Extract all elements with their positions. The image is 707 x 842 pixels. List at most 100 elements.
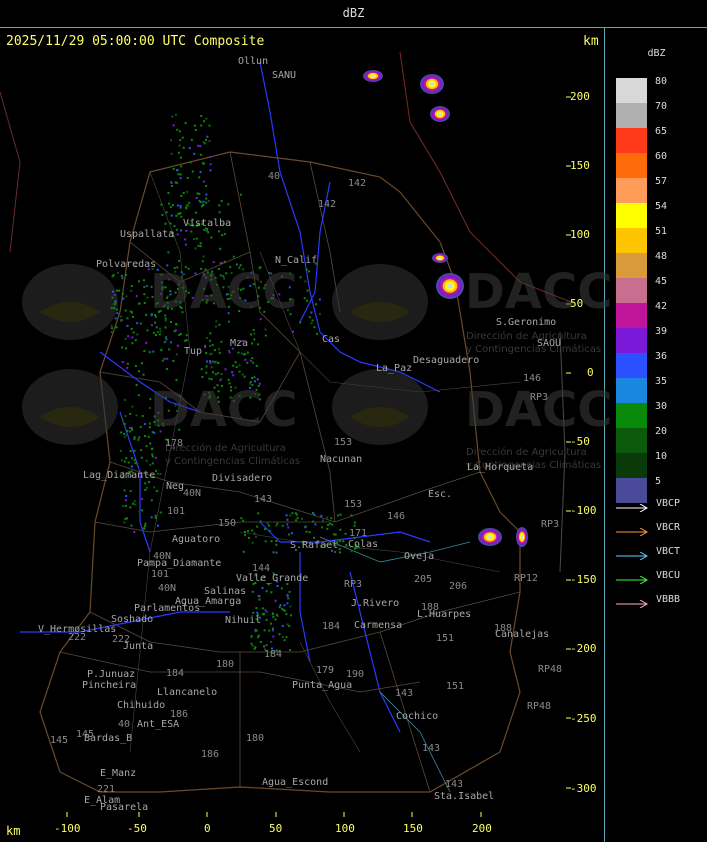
echo-cell — [240, 352, 243, 355]
route-label: 144 — [252, 563, 271, 574]
route-label: 180 — [216, 659, 235, 670]
echo-cell — [153, 486, 155, 489]
echo-cell — [143, 285, 146, 288]
echo-cell — [251, 590, 254, 593]
echo-cell — [171, 115, 174, 118]
echo-cell — [210, 352, 213, 355]
echo-cell — [308, 531, 311, 534]
legend-level-label: 39 — [655, 326, 668, 337]
echo-cell — [154, 516, 157, 519]
echo-cell — [239, 193, 242, 196]
route-label: RP3 — [530, 392, 549, 403]
echo-cell — [143, 293, 146, 296]
echo-cell — [253, 376, 256, 379]
echo-cell — [184, 238, 187, 241]
echo-cell — [151, 455, 154, 458]
echo-cell — [264, 528, 266, 531]
route-label: RP48 — [538, 664, 563, 675]
echo-cell — [286, 523, 289, 526]
echo-cell — [272, 635, 275, 638]
echo-cell — [138, 370, 140, 373]
x-tick-label: 200 — [472, 822, 492, 835]
echo-cell — [208, 353, 211, 356]
echo-cell — [268, 524, 270, 527]
echo-cell — [217, 361, 219, 364]
route-label: 188 — [421, 602, 440, 613]
echo-cell — [235, 366, 238, 369]
route-label: 145 — [76, 729, 95, 740]
echo-cell — [136, 322, 139, 325]
storm-cell — [429, 82, 435, 86]
echo-cell — [135, 384, 138, 386]
echo-cell — [184, 122, 187, 125]
echo-cell — [262, 613, 264, 616]
echo-cell — [150, 499, 153, 502]
echo-cell — [194, 247, 197, 250]
echo-cell — [123, 432, 126, 435]
route-label: 184 — [264, 649, 283, 660]
echo-cell — [132, 315, 134, 318]
echo-cell — [209, 339, 212, 342]
echo-cell — [264, 609, 267, 612]
echo-cell — [252, 329, 255, 332]
km-unit-top: km — [583, 34, 599, 49]
place-label: Ollun — [238, 56, 269, 67]
echo-cell — [194, 129, 197, 132]
echo-cell — [124, 517, 127, 520]
echo-cell — [251, 644, 254, 647]
echo-cell — [223, 232, 226, 235]
echo-cell — [246, 351, 249, 354]
echo-cell — [218, 204, 221, 207]
echo-cell — [243, 375, 246, 378]
echo-cell — [132, 502, 135, 505]
y-tick-label: -150 — [570, 573, 597, 586]
place-label: Esc. — [428, 489, 453, 500]
echo-cell — [125, 295, 128, 298]
route-label: 206 — [449, 581, 468, 592]
echo-cell — [294, 512, 297, 515]
echo-cell — [168, 202, 170, 205]
route-label: 40N — [153, 551, 172, 562]
echo-cell — [152, 331, 155, 334]
echo-cell — [242, 550, 245, 553]
echo-cell — [116, 312, 119, 315]
echo-cell — [209, 360, 211, 363]
echo-cell — [270, 591, 273, 594]
echo-cell — [253, 332, 256, 335]
echo-cell — [125, 274, 128, 276]
place-label: SAOU — [537, 338, 562, 349]
echo-cell — [280, 587, 283, 590]
echo-cell — [178, 144, 181, 147]
place-label: Agua_Escond — [262, 777, 329, 788]
echo-cell — [212, 261, 215, 264]
echo-cell — [133, 531, 136, 533]
route-label: 151 — [446, 681, 465, 692]
echo-cell — [221, 234, 224, 237]
echo-cell — [126, 366, 129, 369]
echo-cell — [211, 344, 214, 347]
echo-cell — [275, 540, 278, 542]
echo-cell — [116, 289, 118, 292]
echo-cell — [184, 339, 187, 342]
echo-cell — [220, 200, 223, 202]
echo-cell — [138, 302, 141, 305]
echo-cell — [168, 348, 171, 351]
echo-cell — [114, 317, 117, 320]
echo-cell — [242, 519, 245, 522]
echo-cell — [288, 590, 291, 593]
echo-cell — [170, 139, 173, 142]
echo-cell — [150, 324, 153, 327]
echo-cell — [308, 316, 311, 319]
echo-cell — [251, 529, 254, 532]
legend-swatch — [616, 478, 647, 503]
route-label: RP3 — [541, 519, 560, 530]
echo-cell — [118, 289, 121, 292]
arrow-icon — [616, 504, 649, 512]
echo-cell — [172, 360, 175, 362]
watermark-text: DACC — [150, 382, 298, 438]
legend-level-label: 57 — [655, 176, 668, 187]
echo-cell — [199, 245, 202, 248]
echo-cell — [156, 489, 158, 492]
echo-cell — [182, 192, 185, 194]
echo-cell — [310, 322, 313, 325]
